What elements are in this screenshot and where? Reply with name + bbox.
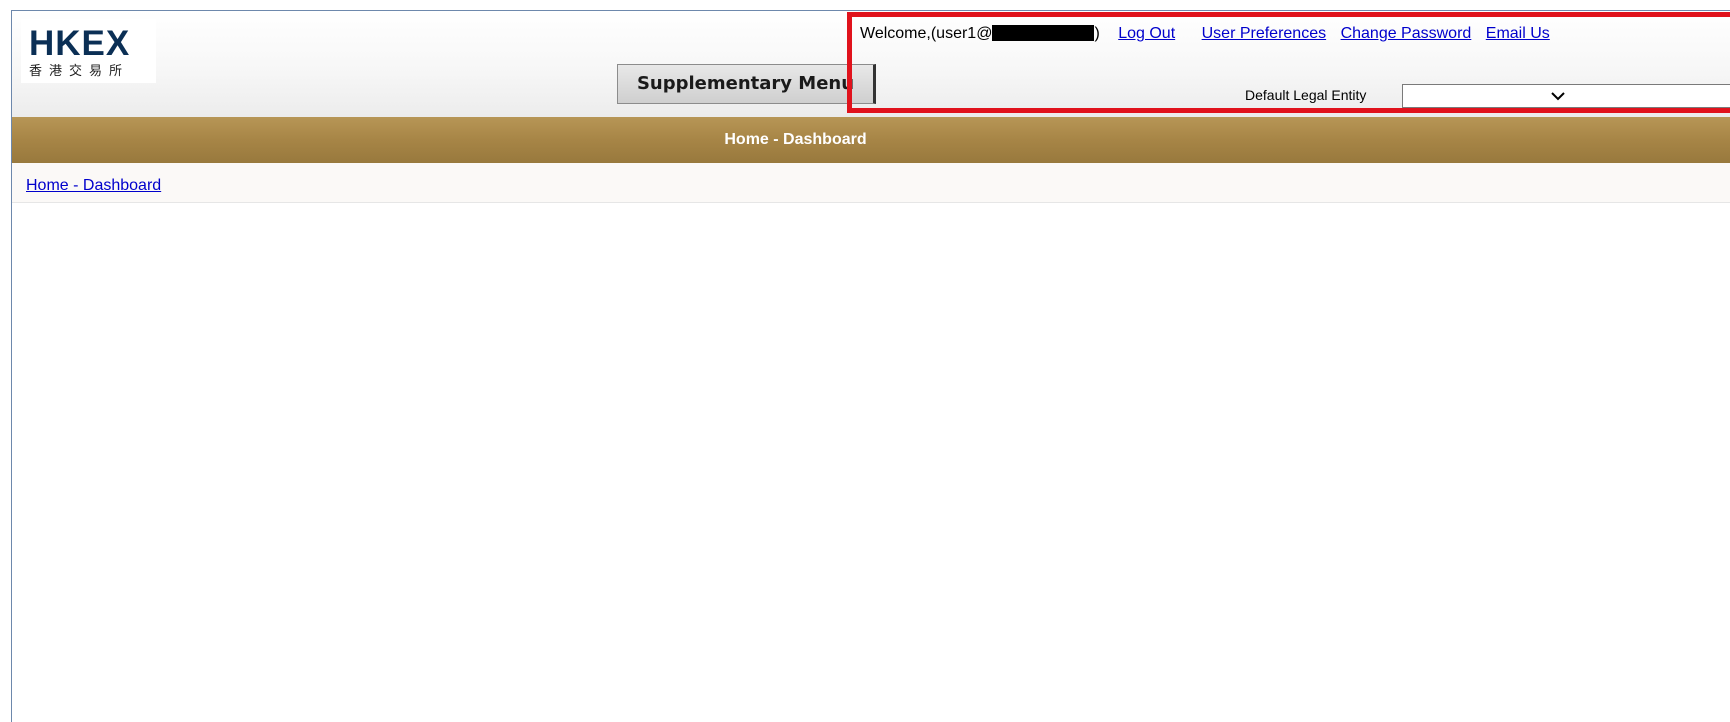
change-password-link[interactable]: Change Password <box>1341 25 1472 42</box>
welcome-suffix: ) <box>1094 25 1100 42</box>
supplementary-menu-button[interactable]: Supplementary Menu <box>617 64 876 104</box>
user-bar: Welcome,(user1@) Log Out User Preference… <box>860 24 1550 44</box>
user-preferences-link[interactable]: User Preferences <box>1202 25 1327 42</box>
welcome-text: Welcome,(user1@ <box>860 25 993 42</box>
log-out-link[interactable]: Log Out <box>1118 25 1175 42</box>
chevron-down-icon <box>1551 92 1565 101</box>
page-title-bar: Home - Dashboard <box>12 117 1730 163</box>
logo-text-en: HKEX <box>29 24 131 63</box>
email-link[interactable]: Email Us <box>1486 25 1550 42</box>
hkex-logo[interactable]: HKEX 香港交易所 <box>21 19 156 83</box>
default-legal-entity-label: Default Legal Entity <box>1245 87 1367 103</box>
app-frame: HKEX 香港交易所 Supplementary Menu Welcome,(u… <box>11 10 1730 722</box>
default-legal-entity-select[interactable] <box>1402 84 1730 108</box>
breadcrumb: Home - Dashboard <box>12 163 1730 203</box>
redacted-username <box>992 24 1095 41</box>
header: HKEX 香港交易所 Supplementary Menu Welcome,(u… <box>12 11 1730 117</box>
logo-text-cn: 香港交易所 <box>29 64 130 79</box>
breadcrumb-home-dashboard-link[interactable]: Home - Dashboard <box>26 177 161 195</box>
page-title: Home - Dashboard <box>724 131 867 148</box>
dashboard-content-area <box>12 203 1730 722</box>
